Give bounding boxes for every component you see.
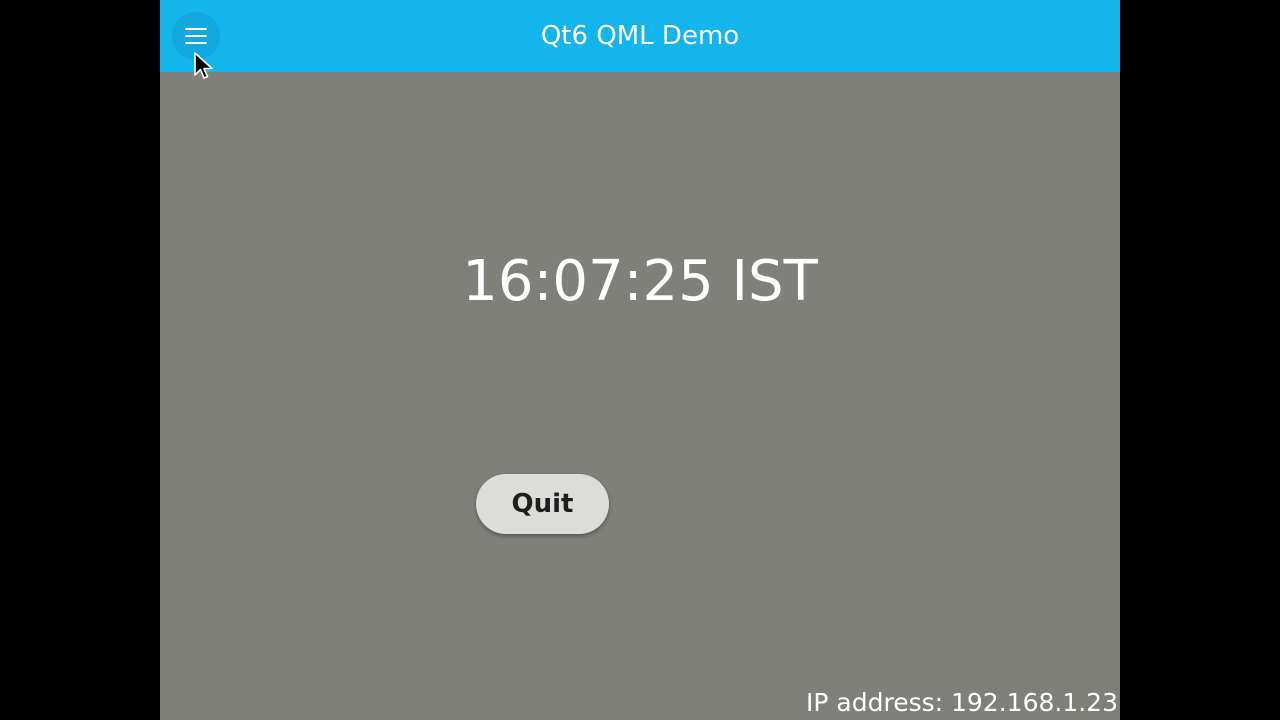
screen: Qt6 QML Demo 16:07:25 IST Quit IP addres…	[0, 0, 1280, 720]
hamburger-menu-icon	[185, 27, 207, 45]
app-window: Qt6 QML Demo 16:07:25 IST Quit IP addres…	[160, 0, 1120, 720]
app-title: Qt6 QML Demo	[540, 21, 740, 51]
quit-button[interactable]: Quit	[476, 474, 609, 534]
ip-address-label: IP address: 192.168.1.23	[806, 688, 1118, 717]
header-bar: Qt6 QML Demo	[160, 0, 1120, 72]
clock-display: 16:07:25 IST	[462, 249, 818, 314]
menu-button[interactable]	[172, 12, 220, 60]
